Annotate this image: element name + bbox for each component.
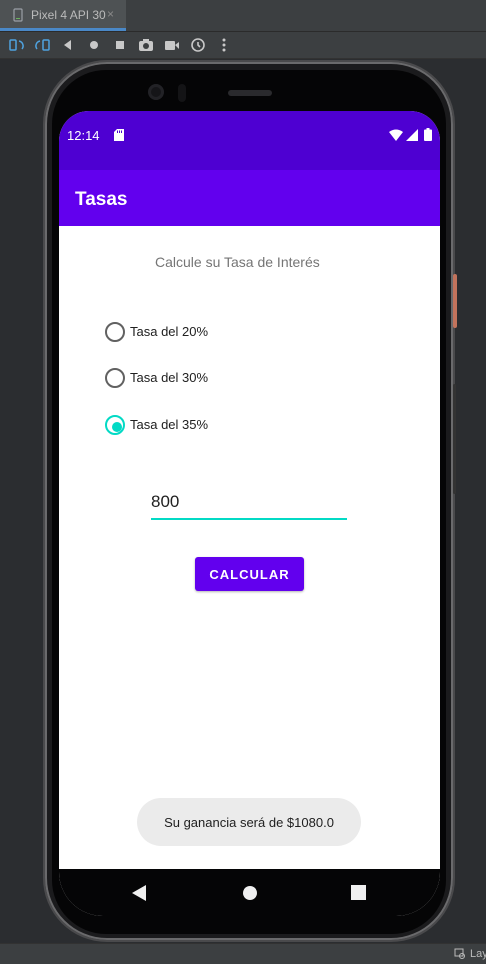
earpiece-speaker — [228, 90, 272, 96]
app-bar: Tasas — [59, 170, 440, 226]
sd-card-icon — [114, 129, 124, 141]
navigation-bar — [59, 869, 440, 916]
status-time: 12:14 — [67, 128, 100, 143]
tab-label: Pixel 4 API 30 — [31, 8, 106, 22]
radio-dot — [112, 422, 122, 432]
screenshot-icon[interactable] — [137, 36, 155, 54]
emulator-toolbar — [0, 32, 486, 59]
radio-label: Tasa del 30% — [130, 370, 209, 385]
radio-button-icon[interactable] — [105, 368, 125, 388]
radio-option-35[interactable]: Tasa del 35% — [104, 414, 304, 438]
ide-tab-bar: Pixel 4 API 30 × — [0, 0, 486, 32]
tab-pixel-4-api-30[interactable]: Pixel 4 API 30 × — [0, 0, 126, 31]
battery-icon — [424, 128, 432, 141]
calculate-button[interactable]: CALCULAR — [195, 557, 304, 591]
snapshot-icon[interactable] — [189, 36, 207, 54]
radio-option-30[interactable]: Tasa del 30% — [104, 367, 304, 391]
device-screen: 12:14 Tasas Calcule su Tasa de Interés T… — [59, 111, 440, 916]
page-heading: Calcule su Tasa de Interés — [155, 254, 320, 270]
nav-home-icon[interactable] — [242, 885, 258, 901]
nav-back-icon[interactable] — [132, 885, 146, 901]
toast-message: Su ganancia será de $1080.0 — [137, 798, 361, 846]
radio-button-checked-icon[interactable] — [105, 415, 125, 435]
rotate-left-icon[interactable] — [8, 36, 26, 54]
wifi-icon — [389, 129, 403, 141]
amount-input[interactable] — [151, 488, 347, 520]
app-title: Tasas — [75, 189, 128, 210]
radio-button-icon[interactable] — [105, 322, 125, 342]
more-icon[interactable] — [215, 36, 233, 54]
power-button[interactable] — [453, 274, 457, 328]
toast-text: Su ganancia será de $1080.0 — [164, 814, 334, 830]
layout-inspector-icon[interactable] — [454, 948, 466, 960]
radio-label: Tasa del 35% — [130, 417, 209, 432]
nav-recents-icon[interactable] — [351, 885, 366, 900]
status-bar: 12:14 — [59, 111, 440, 170]
home-icon[interactable] — [85, 36, 103, 54]
calculate-button-label: CALCULAR — [209, 566, 290, 582]
radio-label: Tasa del 20% — [130, 324, 209, 339]
screen-record-icon[interactable] — [163, 36, 181, 54]
back-icon[interactable] — [59, 36, 77, 54]
rotate-right-icon[interactable] — [33, 36, 51, 54]
proximity-sensor — [178, 84, 186, 102]
front-camera — [148, 84, 164, 100]
ide-status-bar: Lay — [0, 943, 486, 964]
tab-close-icon[interactable]: × — [107, 7, 114, 21]
signal-icon — [406, 129, 418, 141]
volume-button[interactable] — [453, 384, 456, 494]
layout-inspector-label[interactable]: Lay — [470, 948, 486, 960]
radio-option-20[interactable]: Tasa del 20% — [104, 321, 304, 345]
device-icon — [13, 8, 23, 22]
overview-icon[interactable] — [111, 36, 129, 54]
